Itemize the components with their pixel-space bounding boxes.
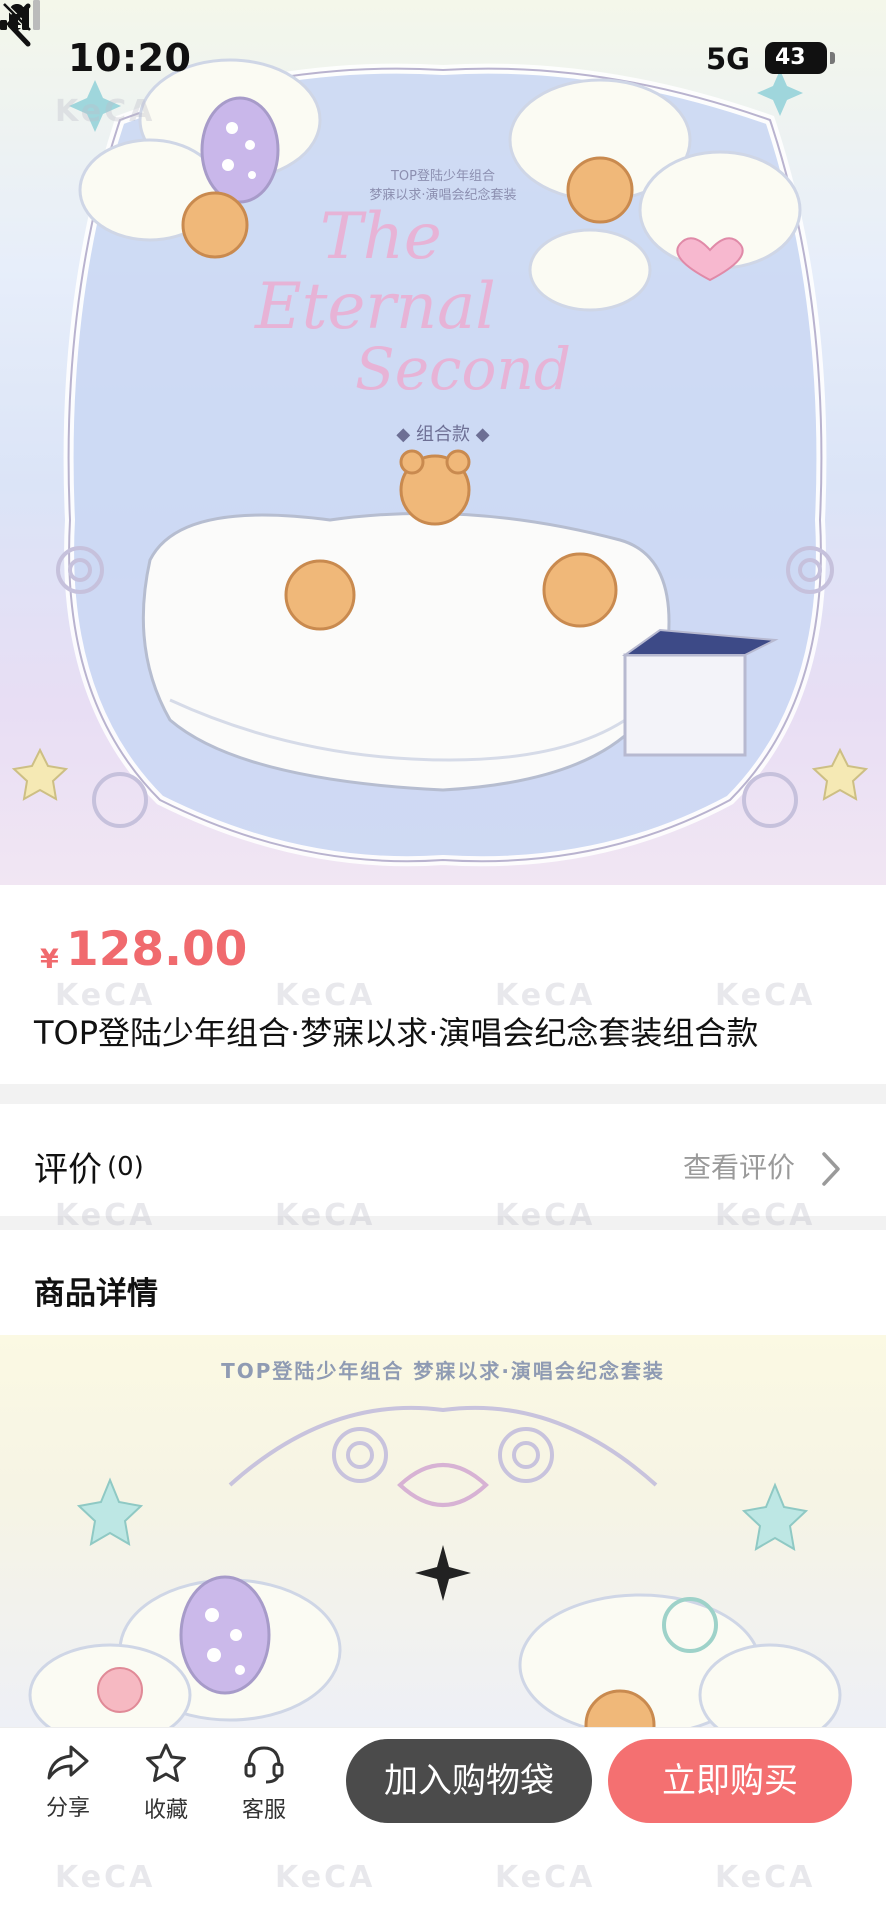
watermark: KeCA [55, 978, 156, 1013]
detail-image-caption: TOP登陆少年组合 梦寐以求·演唱会纪念套装 [221, 1359, 665, 1383]
hero-title-line-3: Second [355, 335, 571, 403]
share-label: 分享 [45, 1796, 90, 1821]
view-reviews-link[interactable]: 查看评价 [683, 1146, 795, 1186]
watermark: KeCA [715, 1198, 816, 1233]
watermark: KeCA [715, 1860, 816, 1895]
product-title: TOP登陆少年组合·梦寐以求·演唱会纪念套装组合款 [34, 1014, 759, 1052]
watermark: KeCA [55, 1860, 156, 1895]
watermark: KeCA [495, 1198, 596, 1233]
share-icon [47, 1745, 89, 1780]
hero-title-line-2: Eternal [255, 270, 496, 344]
product-hero-image[interactable]: TOP登陆少年组合 梦寐以求·演唱会纪念套装 The Eternal Secon… [0, 0, 886, 885]
watermark: KeCA [715, 978, 816, 1013]
share-button[interactable]: 分享 [28, 1742, 108, 1822]
detail-image: TOP登陆少年组合 梦寐以求·演唱会纪念套装 [0, 1335, 886, 1727]
watermark: KeCA [275, 978, 376, 1013]
hero-small-caption-2: 梦寐以求·演唱会纪念套装 [369, 188, 517, 203]
status-time: 10:20 [68, 36, 192, 80]
currency-symbol: ¥ [40, 944, 59, 975]
customer-service-label: 客服 [241, 1798, 286, 1823]
watermark: KeCA [495, 1860, 596, 1895]
hero-title-line-1: The [320, 200, 442, 274]
add-to-bag-button[interactable]: 加入购物袋 [346, 1739, 592, 1823]
star-icon [146, 1743, 186, 1782]
favorite-button[interactable]: 收藏 [126, 1742, 206, 1824]
chevron-right-icon[interactable] [820, 1150, 842, 1188]
network-type: 5G [706, 42, 750, 76]
favorite-label: 收藏 [143, 1798, 188, 1823]
reviews-count: (0) [107, 1152, 144, 1182]
battery-icon: 43 [765, 42, 827, 74]
headset-icon [244, 1746, 284, 1784]
watermark: KeCA [55, 1198, 156, 1233]
product-price: 128.00 [66, 922, 248, 977]
hero-small-caption-1: TOP登陆少年组合 [390, 169, 495, 184]
detail-artwork [28, 1405, 842, 1727]
watermark: KeCA [275, 1198, 376, 1233]
watermark: KeCA [495, 978, 596, 1013]
hero-edition-label: ◆ 组合款 ◆ [396, 424, 490, 445]
watermark: KeCA [55, 94, 156, 129]
chevron-left-icon[interactable] [0, 0, 40, 50]
section-divider [0, 1084, 886, 1104]
details-heading: 商品详情 [34, 1276, 158, 1312]
customer-service-button[interactable]: 客服 [224, 1742, 304, 1824]
reviews-label: 评价 [34, 1150, 102, 1190]
battery-tip [830, 52, 835, 64]
watermark: KeCA [275, 1860, 376, 1895]
buy-now-button[interactable]: 立即购买 [608, 1739, 852, 1823]
